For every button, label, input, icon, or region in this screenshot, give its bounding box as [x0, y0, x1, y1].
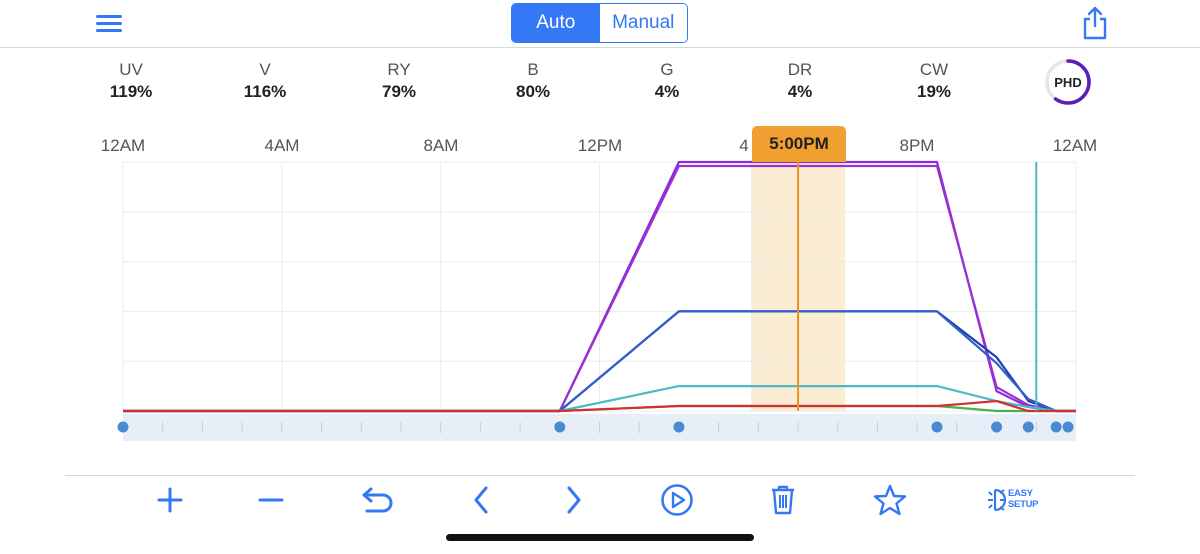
easy-setup-icon	[988, 488, 1007, 512]
delete-button[interactable]	[761, 480, 805, 520]
control-point[interactable]	[1050, 421, 1062, 433]
easy-setup-label: EASY SETUP	[1008, 488, 1038, 510]
light-schedule-chart[interactable]	[0, 0, 1200, 554]
favorite-icon	[873, 484, 907, 516]
remove-button[interactable]	[249, 480, 293, 520]
control-point[interactable]	[673, 421, 685, 433]
undo-button[interactable]	[356, 480, 400, 520]
control-point[interactable]	[931, 421, 943, 433]
easy-setup-button[interactable]: EASY SETUP	[986, 484, 1050, 516]
add-icon	[157, 487, 183, 513]
delete-icon	[772, 485, 794, 515]
add-button[interactable]	[148, 480, 192, 520]
control-point[interactable]	[991, 421, 1003, 433]
control-point[interactable]	[117, 421, 129, 433]
previous-button[interactable]	[459, 480, 503, 520]
easy-setup-line2: SETUP	[1008, 499, 1039, 510]
play-icon	[661, 484, 693, 516]
previous-icon	[474, 486, 488, 514]
undo-icon	[362, 487, 393, 513]
remove-icon	[258, 498, 284, 502]
current-time-badge[interactable]: 5:00PM	[752, 126, 846, 162]
control-point[interactable]	[554, 421, 566, 433]
play-button[interactable]	[655, 480, 699, 520]
control-point[interactable]	[1062, 421, 1074, 433]
home-indicator	[446, 534, 754, 541]
control-point[interactable]	[1022, 421, 1034, 433]
next-icon	[567, 486, 581, 514]
next-button[interactable]	[552, 480, 596, 520]
toolbar-divider	[65, 475, 1135, 476]
favorite-button[interactable]	[868, 480, 912, 520]
easy-setup-line1: EASY	[1008, 488, 1033, 499]
